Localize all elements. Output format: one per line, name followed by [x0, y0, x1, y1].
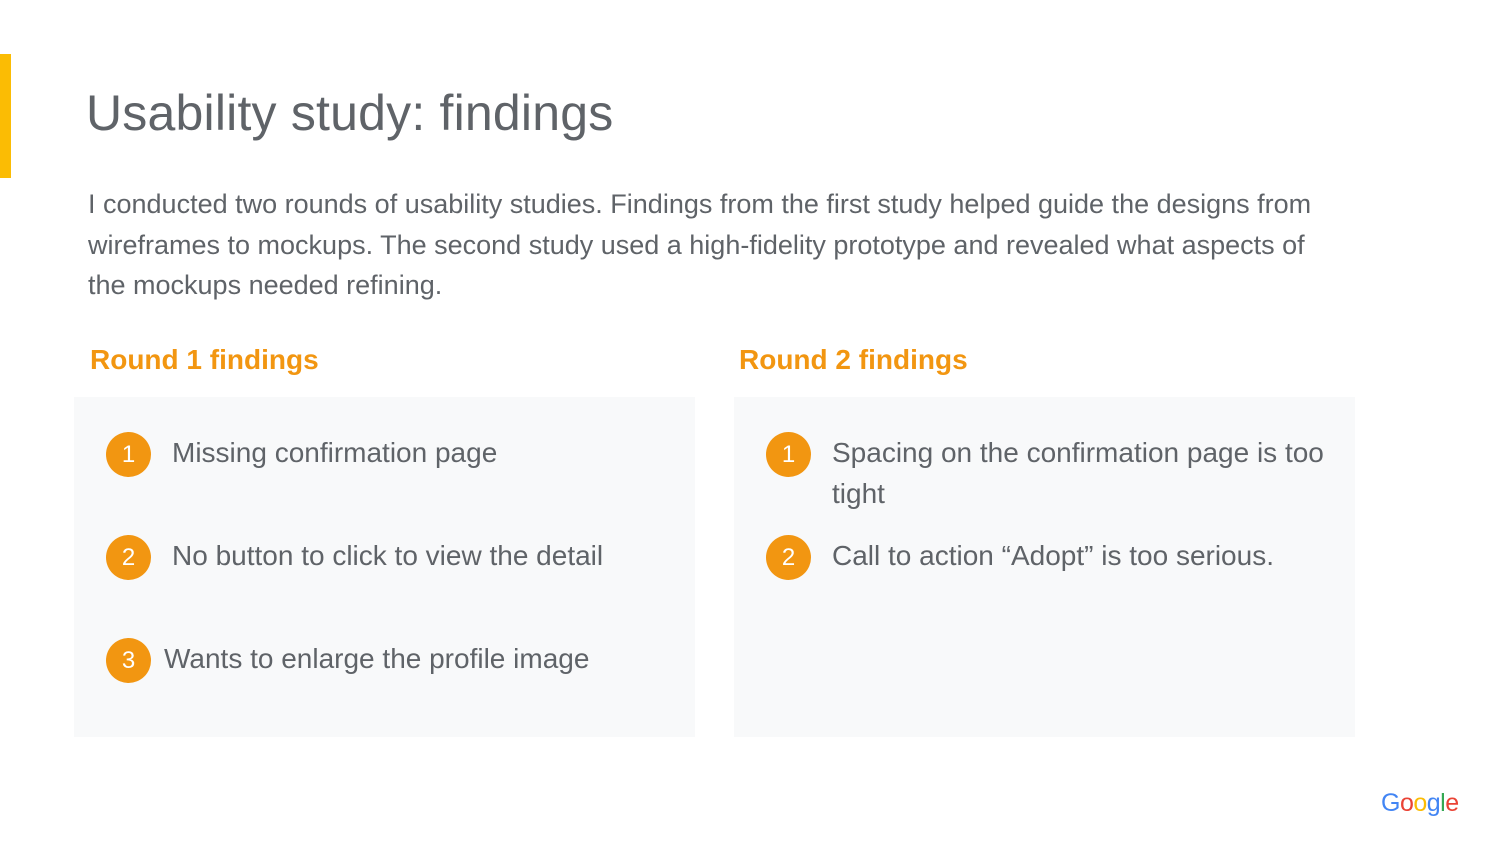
google-logo: Google [1381, 789, 1459, 818]
round-2-heading: Round 2 findings [739, 344, 968, 375]
number-badge: 1 [766, 432, 811, 477]
finding-text: Call to action “Adopt” is too serious. [832, 540, 1274, 571]
finding-text: No button to click to view the detail [172, 540, 604, 571]
round-2-findings-panel: 1 Spacing on the confirmation page is to… [734, 397, 1355, 737]
round-1-findings-panel: 1 Missing confirmation page 2 No button … [74, 397, 695, 737]
finding-text: Missing confirmation page [172, 437, 498, 468]
logo-letter: g [1426, 789, 1441, 817]
logo-letter: G [1381, 789, 1400, 817]
slide-title: Usability study: findings [86, 85, 614, 141]
round-1-heading: Round 1 findings [90, 344, 319, 375]
finding-text: Wants to enlarge the profile image [164, 643, 590, 674]
accent-bar [0, 54, 11, 178]
logo-letter: e [1445, 789, 1459, 817]
logo-letter: o [1399, 789, 1414, 817]
number-badge: 3 [106, 638, 151, 683]
logo-letter: o [1413, 789, 1427, 817]
finding-text: Spacing on the confirmation page is too … [832, 437, 1324, 509]
number-badge: 2 [766, 535, 811, 580]
number-badge: 2 [106, 535, 151, 580]
number-badge: 1 [106, 432, 151, 477]
intro-paragraph: I conducted two rounds of usability stud… [88, 189, 1312, 300]
